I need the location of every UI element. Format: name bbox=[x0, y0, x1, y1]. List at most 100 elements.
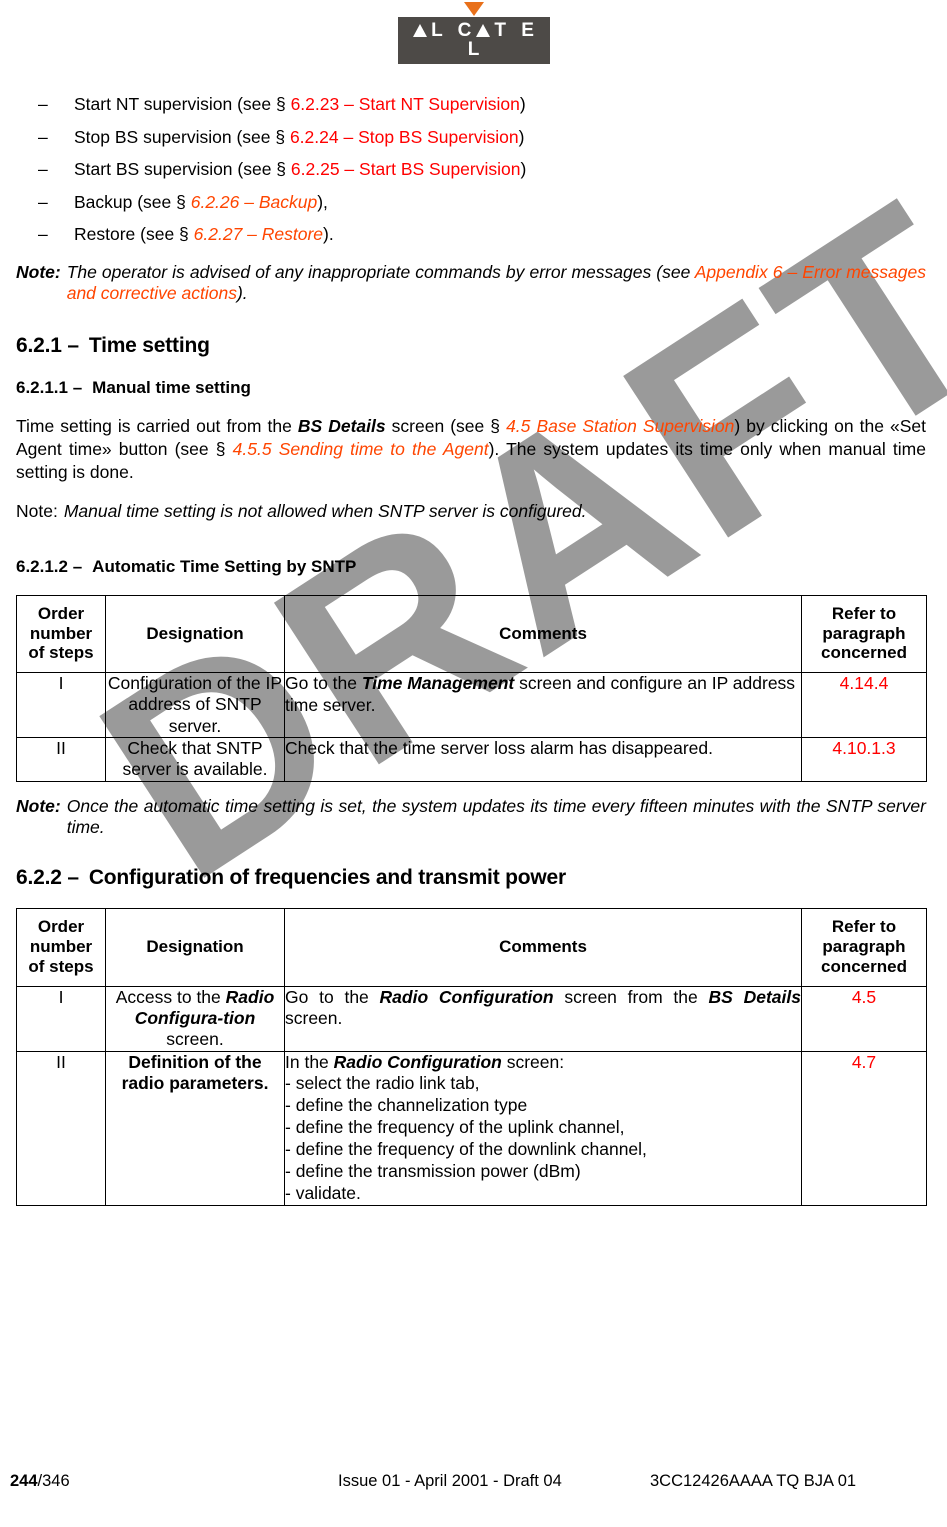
table-row: II Definition of the radio parameters. I… bbox=[16, 1050, 927, 1206]
note-text-pre: The operator is advised of any inappropr… bbox=[66, 261, 695, 282]
list-item: – Backup (see § 6.2.26 – Backup), bbox=[38, 191, 926, 212]
cell-designation: Configuration of the IP address of SNTP … bbox=[105, 671, 285, 738]
bullet-tail: ). bbox=[323, 224, 334, 244]
comment-step-line: - validate. bbox=[285, 1182, 361, 1203]
cell-refer[interactable]: 4.5 bbox=[801, 985, 927, 1052]
cell-designation: Definition of the radio parameters. bbox=[105, 1050, 285, 1206]
note-text: Once the automatic time setting is set, … bbox=[66, 795, 926, 837]
bullet-tail: ) bbox=[520, 159, 527, 179]
cross-reference-link[interactable]: 4.5.5 Sending time to the Agent bbox=[233, 439, 489, 459]
desig-pre: Access to the bbox=[115, 986, 226, 1007]
bullet-lead: Start NT supervision (see § bbox=[74, 94, 291, 114]
footer-page-number: 244/346 bbox=[10, 1472, 70, 1491]
bullet-text: Backup (see § 6.2.26 – Backup), bbox=[74, 191, 926, 212]
steps-table-sntp: Order number of steps Designation Commen… bbox=[16, 594, 927, 782]
comment-mid: screen from the bbox=[553, 986, 709, 1007]
bullet-dash: – bbox=[38, 126, 48, 147]
note-label: Note: bbox=[16, 501, 58, 522]
desig-post: screen. bbox=[166, 1029, 224, 1050]
comment-pre: Go to the bbox=[285, 672, 362, 693]
note-label: Note: bbox=[16, 795, 61, 816]
section-title: Automatic Time Setting by SNTP bbox=[92, 556, 357, 576]
comment-pre: Go to the bbox=[285, 986, 380, 1007]
section-number: 6.2.1.1 – bbox=[16, 378, 83, 398]
column-header-refer: Refer to paragraph concerned bbox=[801, 908, 927, 987]
body-paragraph: Time setting is carried out from the BS … bbox=[16, 415, 926, 483]
comment-step-line: - select the radio link tab, bbox=[285, 1073, 480, 1094]
alcatel-wordmark: L CT E L bbox=[398, 17, 550, 64]
steps-table-radio: Order number of steps Designation Commen… bbox=[16, 908, 927, 1206]
bullet-lead: Backup (see § bbox=[74, 191, 191, 212]
document-page: DRAFT L CT E L – Start NT supervision (s… bbox=[0, 0, 947, 1527]
bullet-text: Restore (see § 6.2.27 – Restore). bbox=[74, 224, 926, 244]
comment-step-line: - define the frequency of the downlink c… bbox=[285, 1139, 647, 1160]
cross-reference-link[interactable]: 6.2.27 – Restore bbox=[194, 224, 323, 244]
bullet-tail: ), bbox=[317, 191, 328, 212]
bullet-dash: – bbox=[38, 159, 48, 179]
bullet-dash: – bbox=[38, 94, 48, 114]
section-title: Configuration of frequencies and transmi… bbox=[88, 866, 566, 890]
footer-issue-info: Issue 01 - April 2001 - Draft 04 bbox=[338, 1472, 562, 1490]
cell-comments: Check that the time server loss alarm ha… bbox=[284, 736, 802, 782]
section-number: 6.2.2 – bbox=[16, 866, 79, 890]
alcatel-arrow-icon bbox=[464, 2, 484, 16]
bullet-text: Stop BS supervision (see § 6.2.24 – Stop… bbox=[74, 126, 926, 147]
cross-reference-link[interactable]: 6.2.23 – Start NT Supervision bbox=[291, 94, 520, 114]
list-item: – Start BS supervision (see § 6.2.25 – S… bbox=[38, 159, 926, 179]
bullet-dash: – bbox=[38, 191, 48, 212]
list-item: – Start NT supervision (see § 6.2.23 – S… bbox=[38, 94, 926, 114]
cell-designation: Check that SNTP server is available. bbox=[105, 736, 285, 782]
cell-order: I bbox=[16, 671, 106, 738]
screen-name-time-management: Time Management bbox=[361, 672, 515, 693]
cross-reference-link[interactable]: 6.2.24 – Stop BS Supervision bbox=[290, 127, 519, 147]
section-title: Manual time setting bbox=[92, 378, 251, 398]
page-number-current: 244 bbox=[10, 1472, 38, 1490]
bullet-text: Start BS supervision (see § 6.2.25 – Sta… bbox=[74, 159, 926, 179]
cell-comments: In the Radio Configuration screen: - sele… bbox=[284, 1050, 802, 1206]
bullet-dash: – bbox=[38, 224, 48, 244]
alcatel-logo: L CT E L bbox=[398, 2, 550, 64]
bullet-lead: Start BS supervision (see § bbox=[74, 159, 291, 179]
cross-reference-link[interactable]: 6.2.25 – Start BS Supervision bbox=[291, 159, 521, 179]
cross-reference-link[interactable]: 6.2.26 – Backup bbox=[191, 192, 317, 212]
page-number-total: /346 bbox=[37, 1472, 70, 1490]
section-number: 6.2.1.2 – bbox=[16, 556, 83, 576]
section-heading-622: 6.2.2 – Configuration of frequencies and … bbox=[16, 866, 926, 890]
note-paragraph: Note: Manual time setting is not allowed… bbox=[16, 501, 926, 522]
comment-post: screen. bbox=[285, 1008, 343, 1029]
comment-step-line: - define the frequency of the uplink cha… bbox=[285, 1117, 625, 1138]
cell-comments: Go to the Time Management screen and con… bbox=[284, 671, 802, 738]
bullet-lead: Restore (see § bbox=[74, 224, 194, 244]
bullet-tail: ) bbox=[519, 94, 526, 114]
list-item: – Stop BS supervision (see § 6.2.24 – St… bbox=[38, 126, 926, 147]
cell-refer[interactable]: 4.7 bbox=[801, 1050, 927, 1206]
cell-comments: Go to the Radio Configuration screen fro… bbox=[284, 985, 802, 1052]
bullet-lead: Stop BS supervision (see § bbox=[74, 126, 290, 147]
cell-order: II bbox=[16, 736, 106, 782]
comment-heading-line: In the Radio Configuration screen: bbox=[285, 1052, 801, 1074]
alcatel-triangle-a2-icon bbox=[476, 24, 491, 37]
section-heading-6212: 6.2.1.2 – Automatic Time Setting by SNTP bbox=[16, 557, 926, 577]
cross-reference-link[interactable]: 4.5 Base Station Supervision bbox=[506, 416, 734, 436]
cell-refer[interactable]: 4.10.1.3 bbox=[801, 736, 927, 782]
comment-pre: In the bbox=[285, 1051, 334, 1072]
table-row: I Access to the Radio Configura-tion scr… bbox=[16, 985, 927, 1052]
table-row: II Check that SNTP server is available. … bbox=[16, 736, 927, 782]
cell-order: II bbox=[16, 1050, 106, 1206]
cell-refer[interactable]: 4.14.4 bbox=[801, 671, 927, 738]
cell-order: I bbox=[16, 985, 106, 1052]
list-item: – Restore (see § 6.2.27 – Restore). bbox=[38, 224, 926, 244]
alcatel-triangle-a-icon bbox=[413, 24, 428, 37]
section-title: Time setting bbox=[88, 334, 210, 358]
table-row: I Configuration of the IP address of SNT… bbox=[16, 671, 927, 738]
comment-step-line: - define the channelization type bbox=[285, 1095, 528, 1116]
table-header-row: Order number of steps Designation Commen… bbox=[16, 594, 927, 673]
section-number: 6.2.1 – bbox=[16, 334, 79, 358]
column-header-designation: Designation bbox=[105, 594, 285, 673]
note-text-post: ). bbox=[236, 282, 248, 303]
column-header-comments: Comments bbox=[284, 594, 802, 673]
comment-step-line: - define the transmission power (dBm) bbox=[285, 1160, 581, 1181]
cell-designation: Access to the Radio Configura-tion scree… bbox=[105, 985, 285, 1052]
screen-name-bs-details: BS Details bbox=[708, 986, 801, 1007]
column-header-refer: Refer to paragraph concerned bbox=[801, 594, 927, 673]
